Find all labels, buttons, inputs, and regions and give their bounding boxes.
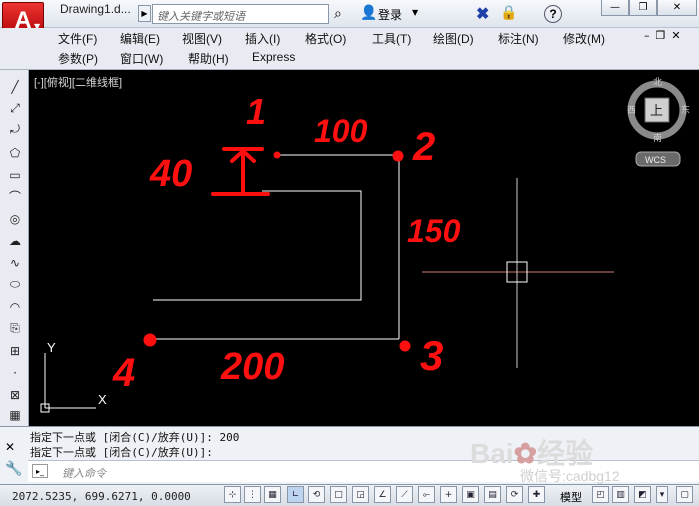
grid-display-icon[interactable]: ▦ <box>264 486 281 503</box>
inner-offset-lines <box>153 190 362 301</box>
viewcube-top-face: 上 <box>650 103 663 118</box>
dim-40: 40 <box>149 153 192 195</box>
lineweight-icon[interactable]: + <box>440 486 457 503</box>
coordinate-readout[interactable]: 2072.5235, 699.6271, 0.0000 <box>12 490 191 503</box>
label-point-4: 4 <box>112 351 135 395</box>
quick-view-layouts-icon[interactable]: ▥ <box>612 486 629 503</box>
ortho-mode-icon[interactable]: ∟ <box>287 486 304 503</box>
ucs-icon <box>40 353 96 413</box>
snap-mode-icon[interactable]: ⋮ <box>244 486 261 503</box>
command-history-line: 指定下一点或 [闭合(C)/放弃(U)]: <box>30 446 213 459</box>
close-icon[interactable]: ✕ <box>5 440 15 454</box>
dim-200: 200 <box>220 346 284 388</box>
wcs-menu: WCS <box>645 155 666 165</box>
object-snap-icon[interactable]: □ <box>330 486 347 503</box>
dynamic-ucs-icon[interactable]: ⟋ <box>396 486 413 503</box>
selection-cycling-icon[interactable]: ⟳ <box>506 486 523 503</box>
transparency-icon[interactable]: ▣ <box>462 486 479 503</box>
dimension-40-bracket <box>211 147 270 196</box>
dim-150: 150 <box>407 213 461 249</box>
viewcube[interactable] <box>627 80 687 167</box>
viewcube-east: 东 <box>681 104 690 115</box>
command-history-line: 指定下一点或 [闭合(C)/放弃(U)]: 200 <box>30 431 240 444</box>
model-tab[interactable]: 模型 <box>560 489 582 505</box>
viewcube-west: 西 <box>627 105 636 115</box>
ucs-x-label: X <box>98 392 107 407</box>
polar-tracking-icon[interactable]: ⟲ <box>308 486 325 503</box>
quick-view-drawings-icon[interactable]: ◩ <box>634 486 651 503</box>
dynamic-input-icon[interactable]: ⟜ <box>418 486 435 503</box>
command-prompt-icon[interactable]: ▸_ <box>32 464 48 478</box>
status-dropdown-icon[interactable]: ▾ <box>656 486 668 503</box>
quick-properties-icon[interactable]: ▤ <box>484 486 501 503</box>
viewcube-south: 南 <box>653 132 662 143</box>
ucs-y-label: Y <box>47 340 56 355</box>
dim-100: 100 <box>314 113 368 149</box>
infer-constraints-icon[interactable]: ⊹ <box>224 486 241 503</box>
crosshair-cursor <box>422 178 614 368</box>
3d-osnap-icon[interactable]: ◲ <box>352 486 369 503</box>
annotation-monitor-icon[interactable]: ✚ <box>528 486 545 503</box>
watermark-subtitle: 微信号:cadbg12 <box>520 468 620 484</box>
wrench-icon[interactable]: 🔧 <box>5 461 22 477</box>
clean-screen-icon[interactable]: ▢ <box>676 486 693 503</box>
label-point-1: 1 <box>246 91 266 132</box>
label-point-2: 2 <box>412 125 435 169</box>
layout-icon[interactable]: ◰ <box>592 486 609 503</box>
object-snap-tracking-icon[interactable]: ∠ <box>374 486 391 503</box>
viewcube-north: 北 <box>653 77 662 87</box>
label-point-3: 3 <box>420 332 443 379</box>
